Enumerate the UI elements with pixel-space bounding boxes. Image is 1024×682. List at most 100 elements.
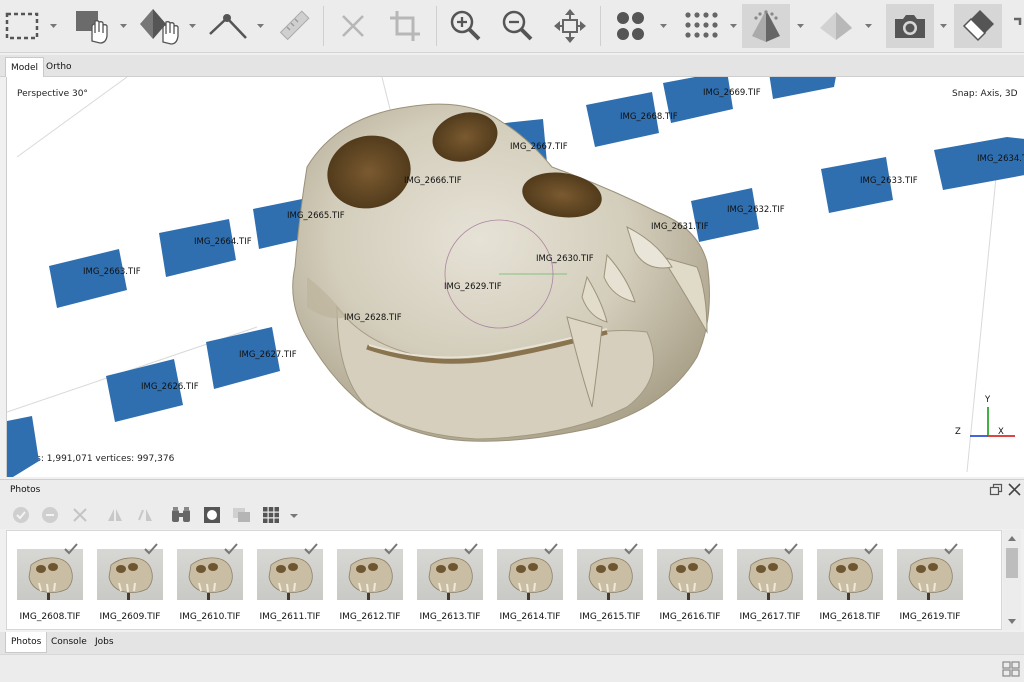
remove-photos-button[interactable] — [69, 504, 91, 526]
checkmark-icon — [624, 543, 638, 555]
zoom-out-button[interactable] — [496, 4, 540, 48]
camera-label: IMG_2668.TIF — [620, 112, 678, 122]
camera-plane-2632 — [691, 188, 759, 242]
camera-label: IMG_2632.TIF — [727, 205, 785, 215]
zoom-in-button[interactable] — [444, 4, 488, 48]
mask-tool-button[interactable] — [201, 504, 223, 526]
chevron-down-icon[interactable] — [659, 21, 668, 30]
chevron-down-icon[interactable] — [729, 21, 738, 30]
delete-selection-button[interactable] — [333, 4, 373, 48]
photo-label: IMG_2611.TIF — [259, 612, 321, 622]
zoom-out-icon — [502, 10, 533, 41]
photo-label: IMG_2609.TIF — [99, 612, 161, 622]
photos-grid[interactable]: IMG_2608.TIF IMG_2609.TIF IMG_2610.TIF IMG_… — [6, 530, 1002, 630]
photo-label: IMG_2616.TIF — [659, 612, 721, 622]
show-dense-cloud-button[interactable] — [676, 4, 724, 48]
camera-label: IMG_2626.TIF — [141, 382, 199, 392]
more-toolbar-button[interactable] — [1006, 4, 1024, 48]
overlay-button[interactable] — [231, 504, 253, 526]
delete-icon — [342, 15, 364, 37]
enable-photos-button[interactable] — [10, 504, 32, 526]
chevron-down-icon[interactable] — [939, 21, 948, 30]
photos-scrollbar[interactable] — [1003, 530, 1021, 630]
camera-label: IMG_2667.TIF — [510, 142, 568, 152]
photo-label: IMG_2618.TIF — [819, 612, 881, 622]
scroll-up-icon[interactable] — [1007, 534, 1017, 542]
checkmark-icon — [384, 543, 398, 555]
checkmark-icon — [864, 543, 878, 555]
camera-label: IMG_2630.TIF — [536, 254, 594, 264]
camera-label: IMG_2669.TIF — [703, 88, 761, 98]
photo-label: IMG_2613.TIF — [419, 612, 481, 622]
minus-circle-icon — [42, 507, 58, 523]
tab-jobs[interactable]: Jobs — [90, 632, 119, 653]
camera-plane-2664 — [159, 219, 236, 277]
chevron-down-icon[interactable] — [289, 511, 299, 521]
zoom-in-icon — [450, 10, 481, 41]
chevron-down-icon[interactable] — [49, 21, 58, 30]
rotate-left-button[interactable] — [104, 504, 126, 526]
tab-model[interactable]: Model — [5, 57, 45, 77]
chevron-down-icon[interactable] — [256, 21, 265, 30]
photo-preview — [17, 549, 83, 600]
chevron-down-icon[interactable] — [119, 21, 128, 30]
region-rotate-button[interactable] — [204, 4, 252, 48]
axis-label-z: Z — [955, 427, 961, 437]
rotate-right-button[interactable] — [134, 504, 156, 526]
model-viewport[interactable]: Perspective 30° Snap: Axis, 3D faces: 1,… — [6, 77, 1024, 477]
camera-label: IMG_2633.TIF — [860, 176, 918, 186]
navigation-hand-icon — [76, 11, 108, 44]
navigation-button[interactable] — [70, 4, 114, 48]
binoculars-icon — [172, 507, 190, 522]
pyramid-icon — [820, 12, 852, 40]
layers-icon — [233, 508, 250, 522]
tab-ortho[interactable]: Ortho — [41, 57, 77, 77]
camera-label: IMG_2665.TIF — [287, 211, 345, 221]
delete-icon — [73, 508, 87, 522]
chevron-down-icon[interactable] — [796, 21, 805, 30]
photos-panel-header: Photos — [0, 479, 1024, 501]
scene-canvas: IMG_2669.TIF IMG_2668.TIF IMG_2667.TIF IMG_… — [7, 77, 1024, 477]
rotate-region-icon — [209, 14, 247, 39]
move-object-button[interactable] — [135, 4, 183, 48]
eraser-button[interactable] — [954, 4, 1002, 48]
tiled-model-button[interactable] — [812, 4, 860, 48]
show-points-button[interactable] — [606, 4, 654, 48]
disable-photos-button[interactable] — [39, 504, 61, 526]
view-mode-button[interactable] — [260, 504, 282, 526]
crop-icon — [390, 11, 420, 41]
camera-label: IMG_2634.TIF — [977, 154, 1024, 164]
model-shading-icon — [752, 10, 780, 42]
photo-preview — [577, 549, 643, 600]
view-tabs: Model Ortho — [0, 55, 1024, 77]
photo-label: IMG_2615.TIF — [579, 612, 641, 622]
chevron-down-icon[interactable] — [864, 21, 873, 30]
rectangle-selection-button[interactable] — [2, 4, 42, 48]
ruler-icon — [279, 10, 310, 41]
reset-view-button[interactable] — [548, 4, 592, 48]
crop-selection-button[interactable] — [382, 4, 428, 48]
photo-preview — [897, 549, 963, 600]
checkmark-icon — [944, 543, 958, 555]
photo-preview — [417, 549, 483, 600]
restore-panel-icon[interactable] — [989, 483, 1003, 497]
chevron-down-icon[interactable] — [188, 21, 197, 30]
photo-label: IMG_2610.TIF — [179, 612, 241, 622]
panels-icon[interactable] — [1002, 661, 1020, 677]
camera-label: IMG_2627.TIF — [239, 350, 297, 360]
close-panel-icon[interactable] — [1007, 482, 1022, 497]
ruler-button[interactable] — [272, 4, 316, 48]
camera-label: IMG_2628.TIF — [344, 313, 402, 323]
main-toolbar — [0, 0, 1024, 53]
photo-preview — [177, 549, 243, 600]
checkmark-icon — [704, 543, 718, 555]
filter-photos-button[interactable] — [170, 504, 192, 526]
tab-console[interactable]: Console — [46, 632, 92, 653]
expand-icon — [1014, 17, 1022, 25]
tab-photos[interactable]: Photos — [5, 632, 48, 653]
photo-preview — [97, 549, 163, 600]
scrollbar-thumb[interactable] — [1006, 548, 1018, 578]
show-cameras-button[interactable] — [886, 4, 934, 48]
model-textured-button[interactable] — [742, 4, 790, 48]
scroll-down-icon[interactable] — [1007, 618, 1017, 626]
